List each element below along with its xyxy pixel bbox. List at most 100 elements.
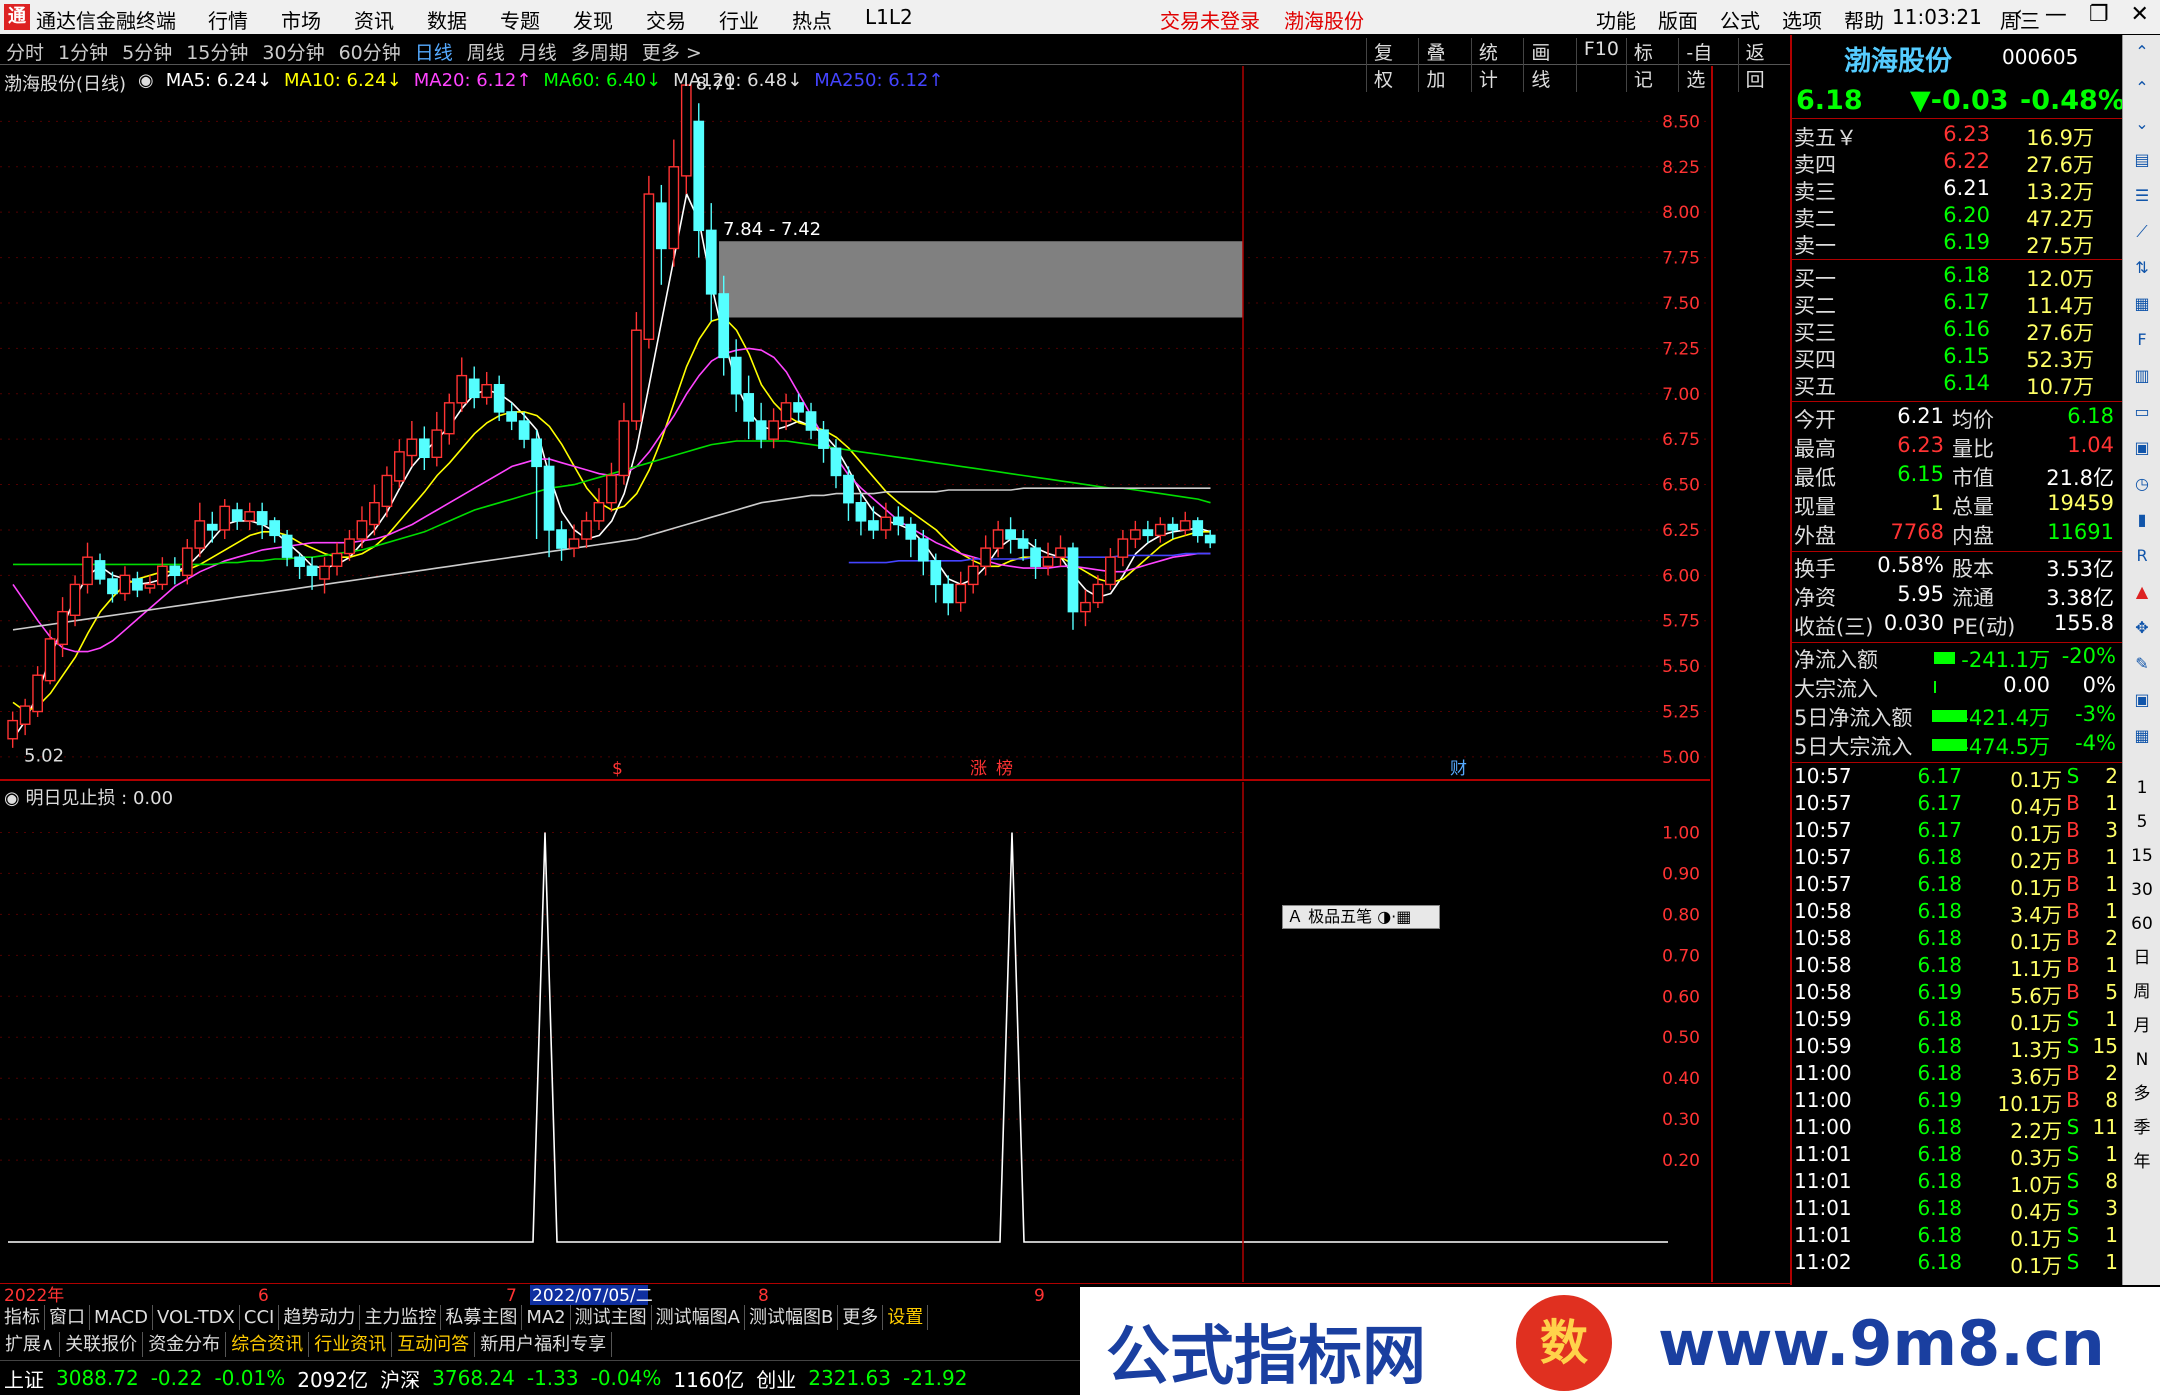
candle-body[interactable]: [481, 383, 493, 399]
quote-icon[interactable]: ▤: [2129, 147, 2155, 173]
move-icon[interactable]: ✥: [2129, 615, 2155, 641]
indicator-tab[interactable]: CCI: [240, 1305, 280, 1330]
ask-row[interactable]: 卖三 6.21 13.2万: [1792, 176, 2122, 204]
close-icon[interactable]: ✕: [2131, 2, 2149, 27]
indicator-tab[interactable]: 指标: [0, 1305, 45, 1330]
indicator-tab[interactable]: 测试主图: [571, 1305, 652, 1330]
period-tab[interactable]: 分时: [6, 38, 44, 65]
extension-tab[interactable]: 互动问答: [392, 1332, 476, 1357]
doc-icon[interactable]: ▭: [2129, 399, 2155, 425]
tick-row[interactable]: 10:57 6.17 0.1万 B 3: [1792, 818, 2122, 846]
candle-body[interactable]: [680, 84, 692, 177]
candle-body[interactable]: [1154, 523, 1166, 537]
candle-body[interactable]: [543, 465, 555, 531]
candle-body[interactable]: [281, 534, 293, 558]
tick-row[interactable]: 11:00 6.19 10.1万 B 8: [1792, 1088, 2122, 1116]
candle-body[interactable]: [231, 509, 243, 522]
tick-row[interactable]: 11:01 6.18 0.1万 S 1: [1792, 1223, 2122, 1251]
candle-body[interactable]: [718, 293, 730, 359]
ask-row[interactable]: 卖二 6.20 47.2万: [1792, 203, 2122, 231]
candle-body[interactable]: [768, 420, 779, 440]
menu-item[interactable]: 热点: [792, 5, 832, 34]
menu-item[interactable]: 数据: [427, 5, 467, 34]
candle-body[interactable]: [593, 502, 605, 522]
sidebar-period-button[interactable]: 15: [2129, 843, 2155, 869]
sidebar-period-button[interactable]: 周: [2129, 979, 2155, 1005]
tick-row[interactable]: 10:57 6.17 0.4万 B 1: [1792, 791, 2122, 819]
candle-body[interactable]: [556, 529, 567, 549]
indicator-tab[interactable]: MACD: [90, 1305, 153, 1330]
sidebar-period-button[interactable]: 年: [2129, 1149, 2155, 1175]
tick-row[interactable]: 11:02 6.18 0.1万 S 1: [1792, 1250, 2122, 1278]
candle-body[interactable]: [1030, 547, 1041, 567]
candle-body[interactable]: [805, 411, 817, 431]
candle-body[interactable]: [1042, 556, 1054, 567]
sub-collapse-icon[interactable]: ◉: [4, 788, 20, 809]
period-tab[interactable]: 更多 >: [642, 38, 702, 65]
candle-body[interactable]: [1105, 556, 1116, 586]
candle-body[interactable]: [219, 505, 231, 531]
candle-body[interactable]: [693, 120, 705, 232]
tick-row[interactable]: 10:59 6.18 1.3万 S 15: [1792, 1034, 2122, 1062]
bar-icon[interactable]: ▮: [2129, 507, 2155, 533]
restore-icon[interactable]: ❐: [2089, 2, 2109, 27]
candle-body[interactable]: [331, 552, 343, 567]
candle-body[interactable]: [443, 402, 455, 435]
candle-body[interactable]: [132, 578, 143, 591]
candle-body[interactable]: [381, 474, 393, 508]
candle-body[interactable]: [868, 520, 879, 531]
candle-body[interactable]: [356, 520, 368, 540]
up-icon[interactable]: ⌃: [2129, 75, 2155, 101]
tick-row[interactable]: 10:57 6.17 0.1万 S 2: [1792, 764, 2122, 792]
candle-body[interactable]: [169, 565, 181, 577]
legend-toggle-icon[interactable]: ◉: [138, 70, 154, 96]
candle-body[interactable]: [319, 565, 330, 580]
tick-row[interactable]: 10:57 6.18 0.2万 B 1: [1792, 845, 2122, 873]
ime-toolbar[interactable]: Ａ 极品五笔 ◑·▦: [1282, 905, 1440, 929]
period-tab[interactable]: 30分钟: [262, 38, 324, 65]
candle-body[interactable]: [793, 402, 804, 413]
list-icon[interactable]: ☰: [2129, 183, 2155, 209]
indicator-tab[interactable]: 趋势动力: [279, 1305, 361, 1330]
grid-icon[interactable]: ▦: [2129, 723, 2155, 749]
candle-body[interactable]: [1067, 547, 1079, 613]
price-zone-box[interactable]: [719, 241, 1243, 318]
right-menu-item[interactable]: 公式: [1720, 5, 1760, 34]
indicator-tab[interactable]: 设置: [883, 1305, 929, 1330]
candle-body[interactable]: [506, 411, 518, 422]
candle-body[interactable]: [942, 583, 954, 604]
period-tab[interactable]: 1分钟: [58, 38, 108, 65]
candle-body[interactable]: [244, 511, 256, 522]
sidebar-period-button[interactable]: 月: [2129, 1013, 2155, 1039]
candle-body[interactable]: [992, 529, 1004, 549]
extension-tab[interactable]: 综合资讯: [226, 1332, 310, 1357]
back-icon[interactable]: ‹: [2014, 2, 2023, 27]
menu-item[interactable]: 专题: [500, 5, 540, 34]
event-marker[interactable]: 榜: [996, 759, 1013, 779]
candle-body[interactable]: [156, 565, 168, 586]
candle-body[interactable]: [1142, 529, 1154, 537]
tick-row[interactable]: 11:00 6.18 2.2万 S 11: [1792, 1115, 2122, 1143]
candle-body[interactable]: [743, 393, 755, 422]
candle-body[interactable]: [1204, 534, 1216, 544]
candle-body[interactable]: [905, 523, 917, 540]
candle-body[interactable]: [730, 356, 742, 395]
tick-row[interactable]: 10:58 6.18 1.1万 B 1: [1792, 953, 2122, 981]
candle-body[interactable]: [618, 420, 630, 477]
tick-row[interactable]: 11:01 6.18 0.3万 S 1: [1792, 1142, 2122, 1170]
candle-body[interactable]: [855, 502, 867, 522]
candle-body[interactable]: [1055, 547, 1066, 558]
candle-body[interactable]: [1167, 523, 1179, 531]
candle-body[interactable]: [1017, 538, 1029, 549]
candle-body[interactable]: [32, 674, 44, 713]
tick-row[interactable]: 10:59 6.18 0.1万 S 1: [1792, 1007, 2122, 1035]
candle-body[interactable]: [82, 556, 93, 586]
candle-body[interactable]: [917, 538, 929, 562]
menu-item[interactable]: 行业: [719, 5, 759, 34]
compare-icon[interactable]: ⇅: [2129, 255, 2155, 281]
menu-item[interactable]: 发现: [573, 5, 613, 34]
extension-tab[interactable]: 关联报价: [60, 1332, 144, 1357]
candle-body[interactable]: [967, 565, 979, 586]
candle-body[interactable]: [930, 560, 942, 586]
rsi-icon[interactable]: R: [2129, 543, 2155, 569]
